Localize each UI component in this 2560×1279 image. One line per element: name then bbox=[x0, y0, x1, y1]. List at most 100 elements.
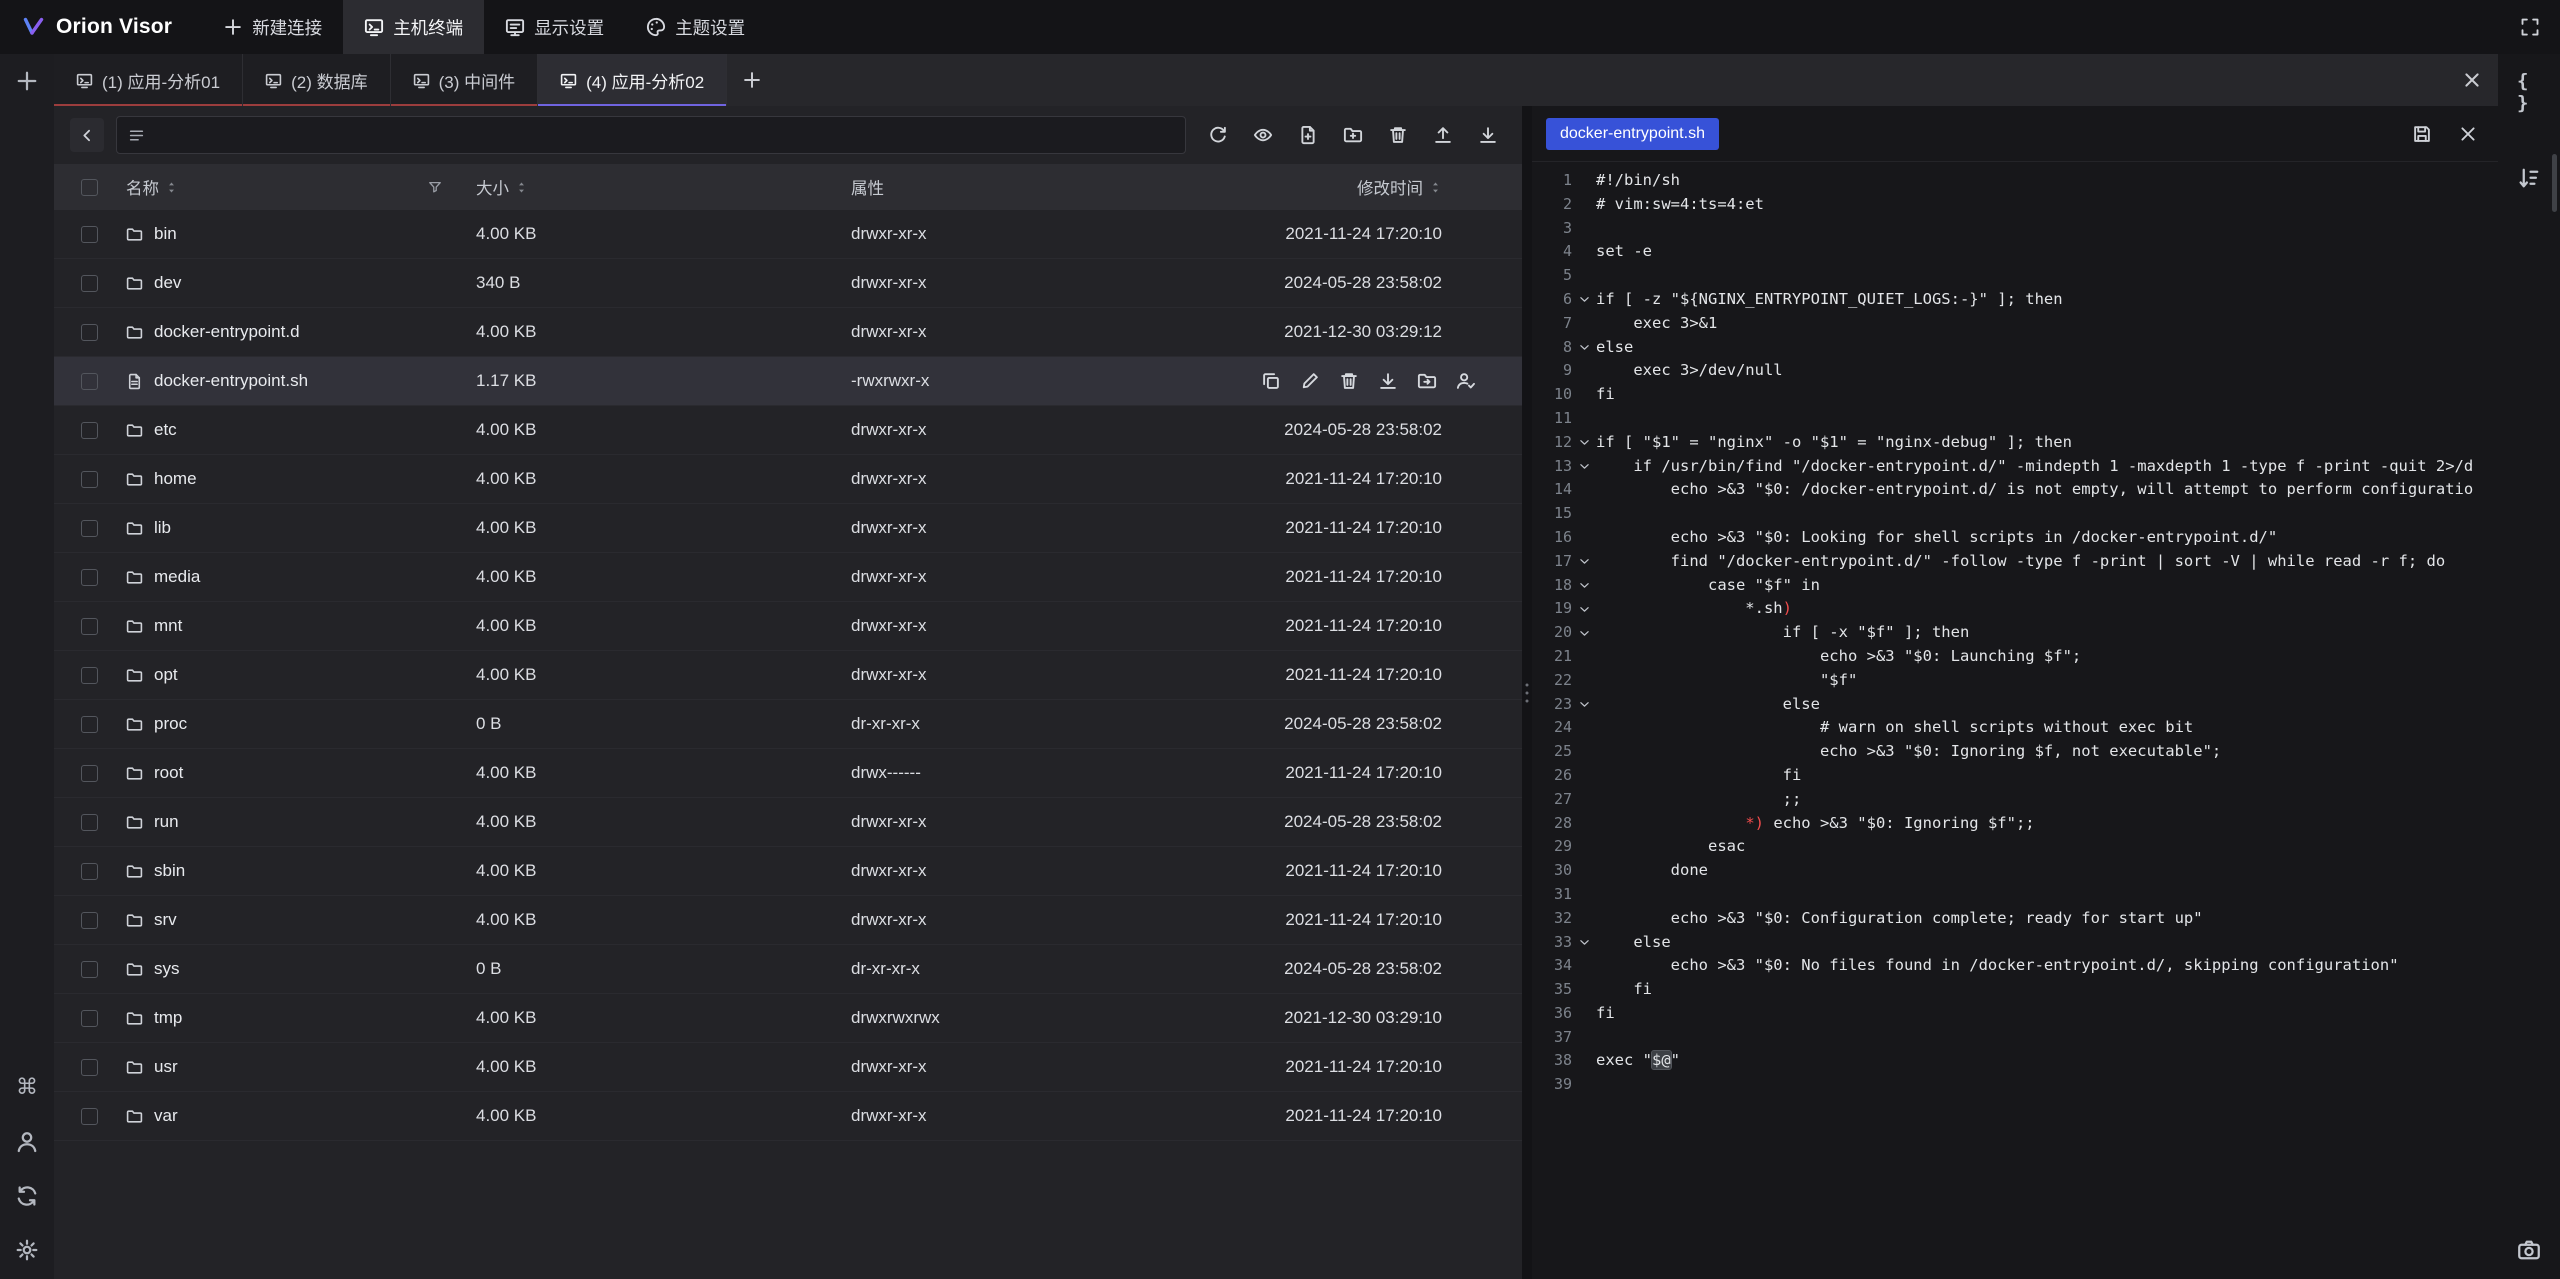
download-button[interactable] bbox=[1478, 125, 1498, 145]
row-delete-button[interactable] bbox=[1339, 371, 1359, 391]
fold-chevron-icon[interactable] bbox=[1572, 288, 1596, 312]
row-checkbox[interactable] bbox=[81, 912, 98, 929]
table-row[interactable]: tmp4.00 KBdrwxrwxrwx2021-12-30 03:29:10 bbox=[54, 994, 1522, 1043]
table-row[interactable]: dev340 Bdrwxr-xr-x2024-05-28 23:58:02 bbox=[54, 259, 1522, 308]
editor-save-button[interactable] bbox=[2412, 124, 2432, 144]
code-area[interactable]: 1#!/bin/sh2# vim:sw=4:ts=4:et34set -e56i… bbox=[1532, 162, 2498, 1279]
select-all-checkbox[interactable] bbox=[81, 179, 98, 196]
table-row[interactable]: opt4.00 KBdrwxr-xr-x2021-11-24 17:20:10 bbox=[54, 651, 1522, 700]
row-checkbox[interactable] bbox=[81, 667, 98, 684]
table-row[interactable]: usr4.00 KBdrwxr-xr-x2021-11-24 17:20:10 bbox=[54, 1043, 1522, 1092]
user-button[interactable] bbox=[15, 1130, 39, 1154]
editor-close-button[interactable] bbox=[2458, 124, 2478, 144]
tab[interactable]: (4) 应用-分析02 bbox=[538, 54, 727, 106]
fold-chevron-icon[interactable] bbox=[1572, 597, 1596, 621]
tab[interactable]: (2) 数据库 bbox=[243, 54, 391, 106]
fold-chevron-icon[interactable] bbox=[1572, 574, 1596, 598]
table-row[interactable]: var4.00 KBdrwxr-xr-x2021-11-24 17:20:10 bbox=[54, 1092, 1522, 1141]
row-move-button[interactable] bbox=[1417, 371, 1437, 391]
cell-attr: drwxr-xr-x bbox=[851, 812, 1261, 832]
tab[interactable]: (3) 中间件 bbox=[391, 54, 539, 106]
back-button[interactable] bbox=[70, 118, 104, 152]
fullscreen-icon[interactable] bbox=[2520, 17, 2540, 37]
sync-button[interactable] bbox=[15, 1184, 39, 1208]
settings-button[interactable] bbox=[15, 1238, 39, 1262]
menu-item[interactable]: 显示设置 bbox=[484, 0, 625, 54]
table-row[interactable]: lib4.00 KBdrwxr-xr-x2021-11-24 17:20:10 bbox=[54, 504, 1522, 553]
new-file-button[interactable] bbox=[1298, 125, 1318, 145]
menu-item[interactable]: 主机终端 bbox=[343, 0, 484, 54]
line-number: 24 bbox=[1532, 716, 1572, 740]
table-row[interactable]: sbin4.00 KBdrwxr-xr-x2021-11-24 17:20:10 bbox=[54, 847, 1522, 896]
row-checkbox[interactable] bbox=[81, 1108, 98, 1125]
code-text: esac bbox=[1596, 835, 1745, 859]
sort-carets-icon[interactable] bbox=[1429, 181, 1442, 194]
row-checkbox[interactable] bbox=[81, 324, 98, 341]
row-permission-button[interactable] bbox=[1456, 371, 1476, 391]
row-edit-button[interactable] bbox=[1300, 371, 1320, 391]
filter-icon[interactable] bbox=[428, 180, 442, 194]
menu-item[interactable]: 新建连接 bbox=[202, 0, 343, 54]
refresh-button[interactable] bbox=[1208, 125, 1228, 145]
fold-chevron-icon[interactable] bbox=[1572, 455, 1596, 479]
table-row[interactable]: proc0 Bdr-xr-xr-x2024-05-28 23:58:02 bbox=[54, 700, 1522, 749]
scrollbar-thumb[interactable] bbox=[2552, 154, 2557, 212]
row-download-button[interactable] bbox=[1378, 371, 1398, 391]
table-row[interactable]: docker-entrypoint.d4.00 KBdrwxr-xr-x2021… bbox=[54, 308, 1522, 357]
table-row[interactable]: bin4.00 KBdrwxr-xr-x2021-11-24 17:20:10 bbox=[54, 210, 1522, 259]
fold-chevron-icon[interactable] bbox=[1572, 336, 1596, 360]
row-checkbox[interactable] bbox=[81, 373, 98, 390]
fold-chevron-icon[interactable] bbox=[1572, 550, 1596, 574]
row-checkbox[interactable] bbox=[81, 520, 98, 537]
file-icon bbox=[126, 373, 143, 390]
sort-carets-icon[interactable] bbox=[515, 181, 528, 194]
new-connection-button[interactable] bbox=[15, 69, 39, 93]
row-checkbox[interactable] bbox=[81, 471, 98, 488]
table-row[interactable]: etc4.00 KBdrwxr-xr-x2024-05-28 23:58:02 bbox=[54, 406, 1522, 455]
fold-chevron-icon[interactable] bbox=[1572, 693, 1596, 717]
fold-chevron-icon[interactable] bbox=[1572, 931, 1596, 955]
fold-chevron-icon[interactable] bbox=[1572, 621, 1596, 645]
copy-icon bbox=[1261, 371, 1281, 391]
table-row[interactable]: srv4.00 KBdrwxr-xr-x2021-11-24 17:20:10 bbox=[54, 896, 1522, 945]
delete-button[interactable] bbox=[1388, 125, 1408, 145]
row-checkbox[interactable] bbox=[81, 814, 98, 831]
sort-carets-icon[interactable] bbox=[165, 181, 178, 194]
toggle-hidden-button[interactable] bbox=[1253, 125, 1273, 145]
row-checkbox[interactable] bbox=[81, 765, 98, 782]
row-checkbox[interactable] bbox=[81, 1010, 98, 1027]
new-folder-button[interactable] bbox=[1343, 125, 1363, 145]
line-sort-button[interactable] bbox=[2517, 166, 2541, 190]
table-row[interactable]: run4.00 KBdrwxr-xr-x2024-05-28 23:58:02 bbox=[54, 798, 1522, 847]
upload-button[interactable] bbox=[1433, 125, 1453, 145]
screenshot-button[interactable] bbox=[2517, 1238, 2541, 1262]
row-checkbox[interactable] bbox=[81, 1059, 98, 1076]
fold-chevron-icon[interactable] bbox=[1572, 431, 1596, 455]
row-checkbox[interactable] bbox=[81, 569, 98, 586]
editor-file-tab[interactable]: docker-entrypoint.sh bbox=[1546, 118, 1719, 150]
menu-item[interactable]: 主题设置 bbox=[625, 0, 766, 54]
row-checkbox[interactable] bbox=[81, 275, 98, 292]
row-copy-button[interactable] bbox=[1261, 371, 1281, 391]
row-checkbox[interactable] bbox=[81, 863, 98, 880]
path-input[interactable] bbox=[116, 116, 1186, 154]
table-row[interactable]: home4.00 KBdrwxr-xr-x2021-11-24 17:20:10 bbox=[54, 455, 1522, 504]
table-row[interactable]: root4.00 KBdrwx------2021-11-24 17:20:10 bbox=[54, 749, 1522, 798]
editor-settings-button[interactable]: { } bbox=[2517, 80, 2541, 104]
row-checkbox[interactable] bbox=[81, 226, 98, 243]
table-row[interactable]: mnt4.00 KBdrwxr-xr-x2021-11-24 17:20:10 bbox=[54, 602, 1522, 651]
table-row[interactable]: docker-entrypoint.sh1.17 KB-rwxrwxr-x bbox=[54, 357, 1522, 406]
row-checkbox[interactable] bbox=[81, 618, 98, 635]
row-checkbox[interactable] bbox=[81, 961, 98, 978]
table-row[interactable]: sys0 Bdr-xr-xr-x2024-05-28 23:58:02 bbox=[54, 945, 1522, 994]
row-checkbox[interactable] bbox=[81, 422, 98, 439]
row-checkbox[interactable] bbox=[81, 716, 98, 733]
code-line: 16 echo >&3 "$0: Looking for shell scrip… bbox=[1532, 526, 2498, 550]
add-tab-button[interactable] bbox=[727, 54, 777, 106]
split-gutter[interactable] bbox=[1522, 106, 1532, 1279]
tab[interactable]: (1) 应用-分析01 bbox=[54, 54, 243, 106]
table-row[interactable]: media4.00 KBdrwxr-xr-x2021-11-24 17:20:1… bbox=[54, 553, 1522, 602]
tab-bar-close-button[interactable] bbox=[2462, 70, 2482, 90]
terminal-icon bbox=[413, 72, 430, 89]
shortcuts-button[interactable]: ⌘ bbox=[15, 1076, 39, 1100]
